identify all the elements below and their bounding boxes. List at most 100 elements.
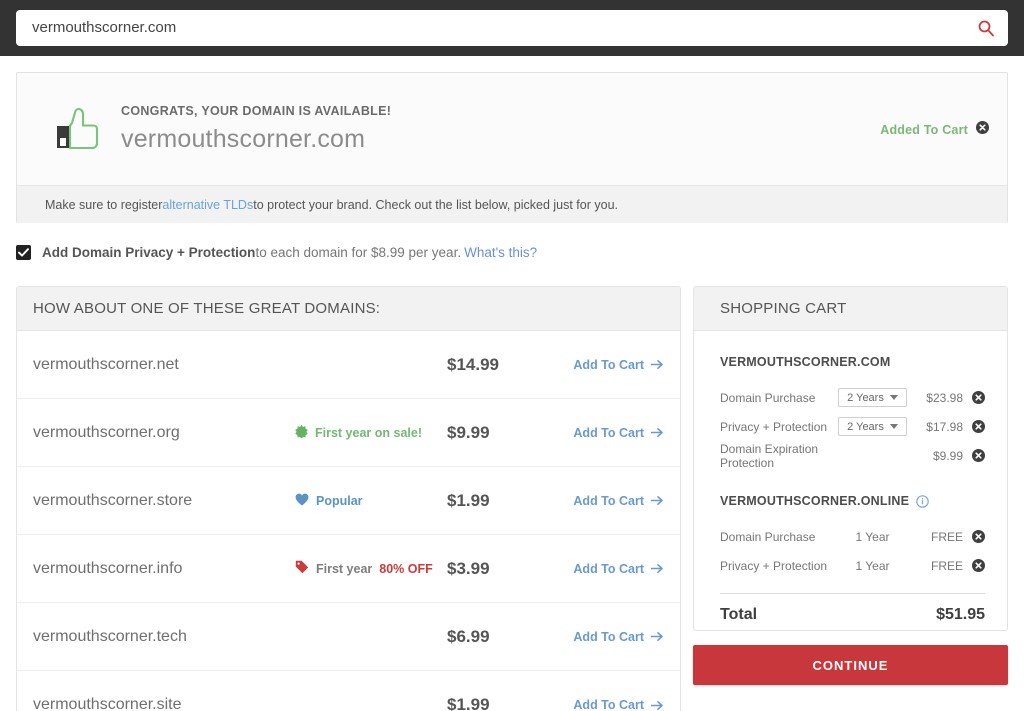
cart-line-amount: FREE <box>917 559 963 573</box>
cart-line-item: Domain Expiration Protection $9.99 <box>720 441 985 470</box>
remove-item-icon[interactable] <box>972 391 985 404</box>
cart-line-amount: $23.98 <box>917 391 963 405</box>
cart-line-item: Privacy + Protection2 Years$17.98 <box>720 412 985 441</box>
cart-group-domain: VERMOUTHSCORNER.COM <box>720 355 890 369</box>
domain-suggestions-panel: HOW ABOUT ONE OF THESE GREAT DOMAINS: ve… <box>16 286 681 711</box>
add-to-cart-label: Add To Cart <box>573 426 644 440</box>
add-to-cart-label: Add To Cart <box>573 562 644 576</box>
cart-group-domain: VERMOUTHSCORNER.ONLINE <box>720 494 909 508</box>
remove-item-icon[interactable] <box>972 559 985 572</box>
cart-total-label: Total <box>720 606 936 624</box>
cart-line-amount: FREE <box>917 530 963 544</box>
add-to-cart-button[interactable]: Add To Cart <box>557 358 664 372</box>
cart-line-label: Privacy + Protection <box>720 559 838 573</box>
thumbs-up-icon <box>43 96 113 162</box>
domain-row: vermouthscorner.storePopular$1.99Add To … <box>17 467 680 535</box>
domain-name: vermouthscorner.store <box>33 492 295 510</box>
note-text-before: Make sure to register <box>45 198 162 212</box>
add-to-cart-label: Add To Cart <box>573 698 644 711</box>
domain-name: vermouthscorner.site <box>33 696 295 711</box>
search-input[interactable] <box>16 11 964 45</box>
term-select[interactable]: 2 Years <box>838 388 907 407</box>
domain-privacy-row: Add Domain Privacy + Protection to each … <box>16 245 537 260</box>
term-select-value: 2 Years <box>847 421 884 433</box>
add-to-cart-button[interactable]: Add To Cart <box>557 630 664 644</box>
add-to-cart-label: Add To Cart <box>573 358 644 372</box>
domain-row: vermouthscorner.site $1.99 Add To Cart <box>17 671 680 711</box>
domain-badge: First year on sale! <box>295 425 447 441</box>
domain-price: $1.99 <box>447 695 557 711</box>
cart-total-row: Total $51.95 <box>720 594 985 636</box>
term-select-value: 2 Years <box>847 392 884 404</box>
cart-line-label: Domain Purchase <box>720 530 838 544</box>
banner-main: CONGRATS, YOUR DOMAIN IS AVAILABLE! verm… <box>17 73 1007 185</box>
domain-row: vermouthscorner.net$14.99Add To Cart <box>17 331 680 399</box>
domain-price: $3.99 <box>447 559 557 579</box>
add-to-cart-button[interactable]: Add To Cart <box>557 698 664 711</box>
cart-line-item: Domain Purchase1 Year FREE <box>720 522 985 551</box>
chevron-down-icon <box>890 424 898 429</box>
cart-line-amount: $9.99 <box>923 449 963 463</box>
domain-name: vermouthscorner.info <box>33 560 295 578</box>
banner-text: CONGRATS, YOUR DOMAIN IS AVAILABLE! verm… <box>121 104 391 154</box>
remove-item-icon[interactable] <box>972 530 985 543</box>
domain-suggestions-list: vermouthscorner.net$14.99Add To Cartverm… <box>17 331 680 711</box>
cart-group-title: VERMOUTHSCORNER.ONLINE <box>720 494 985 508</box>
arrow-right-icon <box>651 495 664 506</box>
cart-line-item: Privacy + Protection1 Year FREE <box>720 551 985 580</box>
tag-icon <box>295 560 309 577</box>
search-icon[interactable] <box>964 10 1008 46</box>
remove-from-cart-icon[interactable] <box>976 121 989 139</box>
remove-item-icon[interactable] <box>972 449 985 462</box>
cart-line-label: Privacy + Protection <box>720 420 838 434</box>
privacy-label-strong: Add Domain Privacy + Protection <box>42 245 255 260</box>
domain-badge: First year 80% OFF <box>295 560 447 577</box>
info-icon[interactable] <box>916 495 929 508</box>
domain-name: vermouthscorner.org <box>33 424 295 442</box>
congrats-kicker: CONGRATS, YOUR DOMAIN IS AVAILABLE! <box>121 104 391 118</box>
heart-icon <box>295 493 309 509</box>
domain-available-banner: CONGRATS, YOUR DOMAIN IS AVAILABLE! verm… <box>16 72 1008 223</box>
continue-button[interactable]: CONTINUE <box>693 645 1008 685</box>
add-to-cart-button[interactable]: Add To Cart <box>557 562 664 576</box>
added-to-cart-label: Added To Cart <box>880 123 968 137</box>
cart-line-item: Domain Purchase2 Years$23.98 <box>720 383 985 412</box>
added-to-cart-indicator[interactable]: Added To Cart <box>880 121 989 139</box>
chevron-down-icon <box>890 395 898 400</box>
domain-row: vermouthscorner.infoFirst year 80% OFF$3… <box>17 535 680 603</box>
cart-group-title: VERMOUTHSCORNER.COM <box>720 355 985 369</box>
search-bar <box>16 10 1008 46</box>
shopping-cart-header: SHOPPING CART <box>694 287 1007 331</box>
add-to-cart-button[interactable]: Add To Cart <box>557 426 664 440</box>
privacy-checkbox[interactable] <box>16 245 31 260</box>
domain-name: vermouthscorner.tech <box>33 628 295 646</box>
domain-row: vermouthscorner.tech $6.99Add To Cart <box>17 603 680 671</box>
domain-badge-label: Popular <box>316 494 363 508</box>
note-text-after: to protect your brand. Check out the lis… <box>253 198 618 212</box>
term-text: 1 Year <box>838 530 907 544</box>
arrow-right-icon <box>651 563 664 574</box>
add-to-cart-button[interactable]: Add To Cart <box>557 494 664 508</box>
remove-item-icon[interactable] <box>972 420 985 433</box>
domain-row: vermouthscorner.org First year on sale! $9… <box>17 399 680 467</box>
alternative-tlds-note: Make sure to register alternative TLDs t… <box>17 185 1007 223</box>
domain-price: $14.99 <box>447 355 557 375</box>
cart-total-value: $51.95 <box>936 606 985 624</box>
domain-price: $9.99 <box>447 423 557 443</box>
add-to-cart-label: Add To Cart <box>573 494 644 508</box>
shopping-cart-body: VERMOUTHSCORNER.COM Domain Purchase 2 Year… <box>694 331 1007 636</box>
whats-this-link[interactable]: What's this? <box>464 245 537 260</box>
arrow-right-icon <box>651 359 664 370</box>
term-text: 1 Year <box>838 559 907 573</box>
term-select[interactable]: 2 Years <box>838 417 907 436</box>
arrow-right-icon <box>651 700 664 711</box>
top-bar <box>0 0 1024 56</box>
alternative-tlds-link[interactable]: alternative TLDs <box>162 198 253 212</box>
domain-badge-label: First year on sale! <box>315 426 422 440</box>
domain-suggestions-header: HOW ABOUT ONE OF THESE GREAT DOMAINS: <box>17 287 680 331</box>
privacy-label-rest: to each domain for $8.99 per year. <box>255 245 461 260</box>
burst-icon <box>295 425 308 441</box>
cart-line-label: Domain Expiration Protection <box>720 442 854 470</box>
domain-badge-emphasis: 80% OFF <box>379 562 433 576</box>
domain-price: $6.99 <box>447 627 557 647</box>
